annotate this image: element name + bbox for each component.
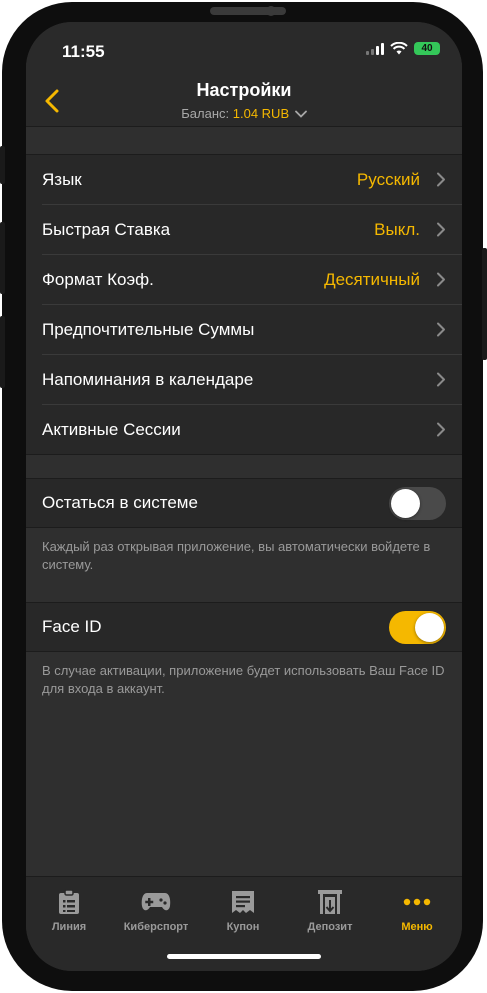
settings-list: Язык Русский Быстрая Ставка Выкл. Формат…: [26, 154, 462, 455]
chevron-right-icon: [437, 272, 445, 287]
balance-amount: 1.04 RUB: [232, 106, 290, 121]
setting-row-active-sessions[interactable]: Активные Сессии: [42, 405, 462, 454]
chevron-right-icon: [437, 172, 445, 187]
stay-logged-in-toggle[interactable]: [389, 487, 446, 520]
face-id-toggle[interactable]: [389, 611, 446, 644]
front-camera: [266, 6, 276, 16]
setting-value: Выкл.: [374, 220, 420, 239]
cellular-signal-icon: [366, 42, 384, 55]
battery-icon: 40: [414, 42, 440, 55]
setting-label: Формат Коэф.: [42, 270, 154, 289]
phone-mute-switch: [0, 146, 5, 184]
toggle-knob: [391, 489, 420, 518]
face-id-row: Face ID: [42, 603, 462, 651]
coupon-icon: [232, 891, 254, 913]
tab-esports[interactable]: Киберспорт: [113, 889, 199, 933]
face-id-label: Face ID: [42, 617, 102, 636]
chevron-right-icon: [437, 222, 445, 237]
tab-label: Меню: [401, 921, 433, 933]
chevron-right-icon: [437, 372, 445, 387]
setting-label: Напоминания в календаре: [42, 370, 254, 389]
phone-power-button: [482, 248, 487, 360]
face-id-section: Face ID: [26, 602, 462, 652]
setting-label: Предпочтительные Суммы: [42, 320, 255, 339]
setting-label: Быстрая Ставка: [42, 220, 171, 239]
setting-row-quick-bet[interactable]: Быстрая Ставка Выкл.: [42, 205, 462, 255]
setting-row-calendar-reminders[interactable]: Напоминания в календаре: [42, 355, 462, 405]
stay-logged-in-hint: Каждый раз открывая приложение, вы автом…: [42, 539, 431, 572]
setting-value: Русский: [356, 170, 420, 189]
tab-label: Депозит: [307, 921, 353, 933]
phone-volume-down: [0, 316, 5, 388]
tab-coupon[interactable]: Купон: [200, 889, 286, 933]
clipboard-list-icon: [59, 889, 79, 914]
wifi-icon: [390, 42, 408, 55]
setting-row-preferred-amounts[interactable]: Предпочтительные Суммы: [42, 305, 462, 355]
setting-row-language[interactable]: Язык Русский: [42, 155, 462, 205]
stay-logged-in-label: Остаться в системе: [42, 493, 198, 512]
setting-row-odds-format[interactable]: Формат Коэф. Десятичный: [42, 255, 462, 305]
stay-logged-in-section: Остаться в системе: [26, 478, 462, 528]
home-indicator[interactable]: [167, 954, 321, 959]
more-dots-icon: [403, 898, 431, 906]
stay-logged-in-row: Остаться в системе: [42, 479, 462, 527]
chevron-down-icon: [294, 110, 307, 118]
nav-header: 11:55 40 Настройки Баланс: 1.04 RUB: [26, 22, 462, 127]
face-id-hint: В случае активации, приложение будет исп…: [42, 663, 445, 696]
gamepad-icon: [141, 893, 171, 911]
chevron-right-icon: [437, 322, 445, 337]
setting-label: Язык: [42, 170, 82, 189]
status-icons: 40: [366, 42, 440, 55]
status-time: 11:55: [62, 42, 105, 61]
phone-volume-up: [0, 222, 5, 294]
tab-line[interactable]: Линия: [26, 889, 112, 933]
toggle-knob: [415, 613, 444, 642]
deposit-icon: [318, 890, 342, 914]
tab-menu[interactable]: Меню: [374, 889, 460, 933]
balance-label: Баланс:: [181, 106, 230, 121]
tab-label: Киберспорт: [123, 921, 189, 933]
page-title: Настройки: [196, 80, 292, 100]
tab-deposit[interactable]: Депозит: [287, 889, 373, 933]
app-screen: 11:55 40 Настройки Баланс: 1.04 RUB Язык…: [26, 22, 462, 971]
balance-selector[interactable]: Баланс: 1.04 RUB: [26, 106, 462, 121]
chevron-right-icon: [437, 422, 445, 437]
tab-label: Купон: [226, 921, 260, 933]
tab-label: Линия: [51, 921, 87, 933]
setting-label: Активные Сессии: [42, 420, 181, 439]
setting-value: Десятичный: [324, 270, 420, 289]
